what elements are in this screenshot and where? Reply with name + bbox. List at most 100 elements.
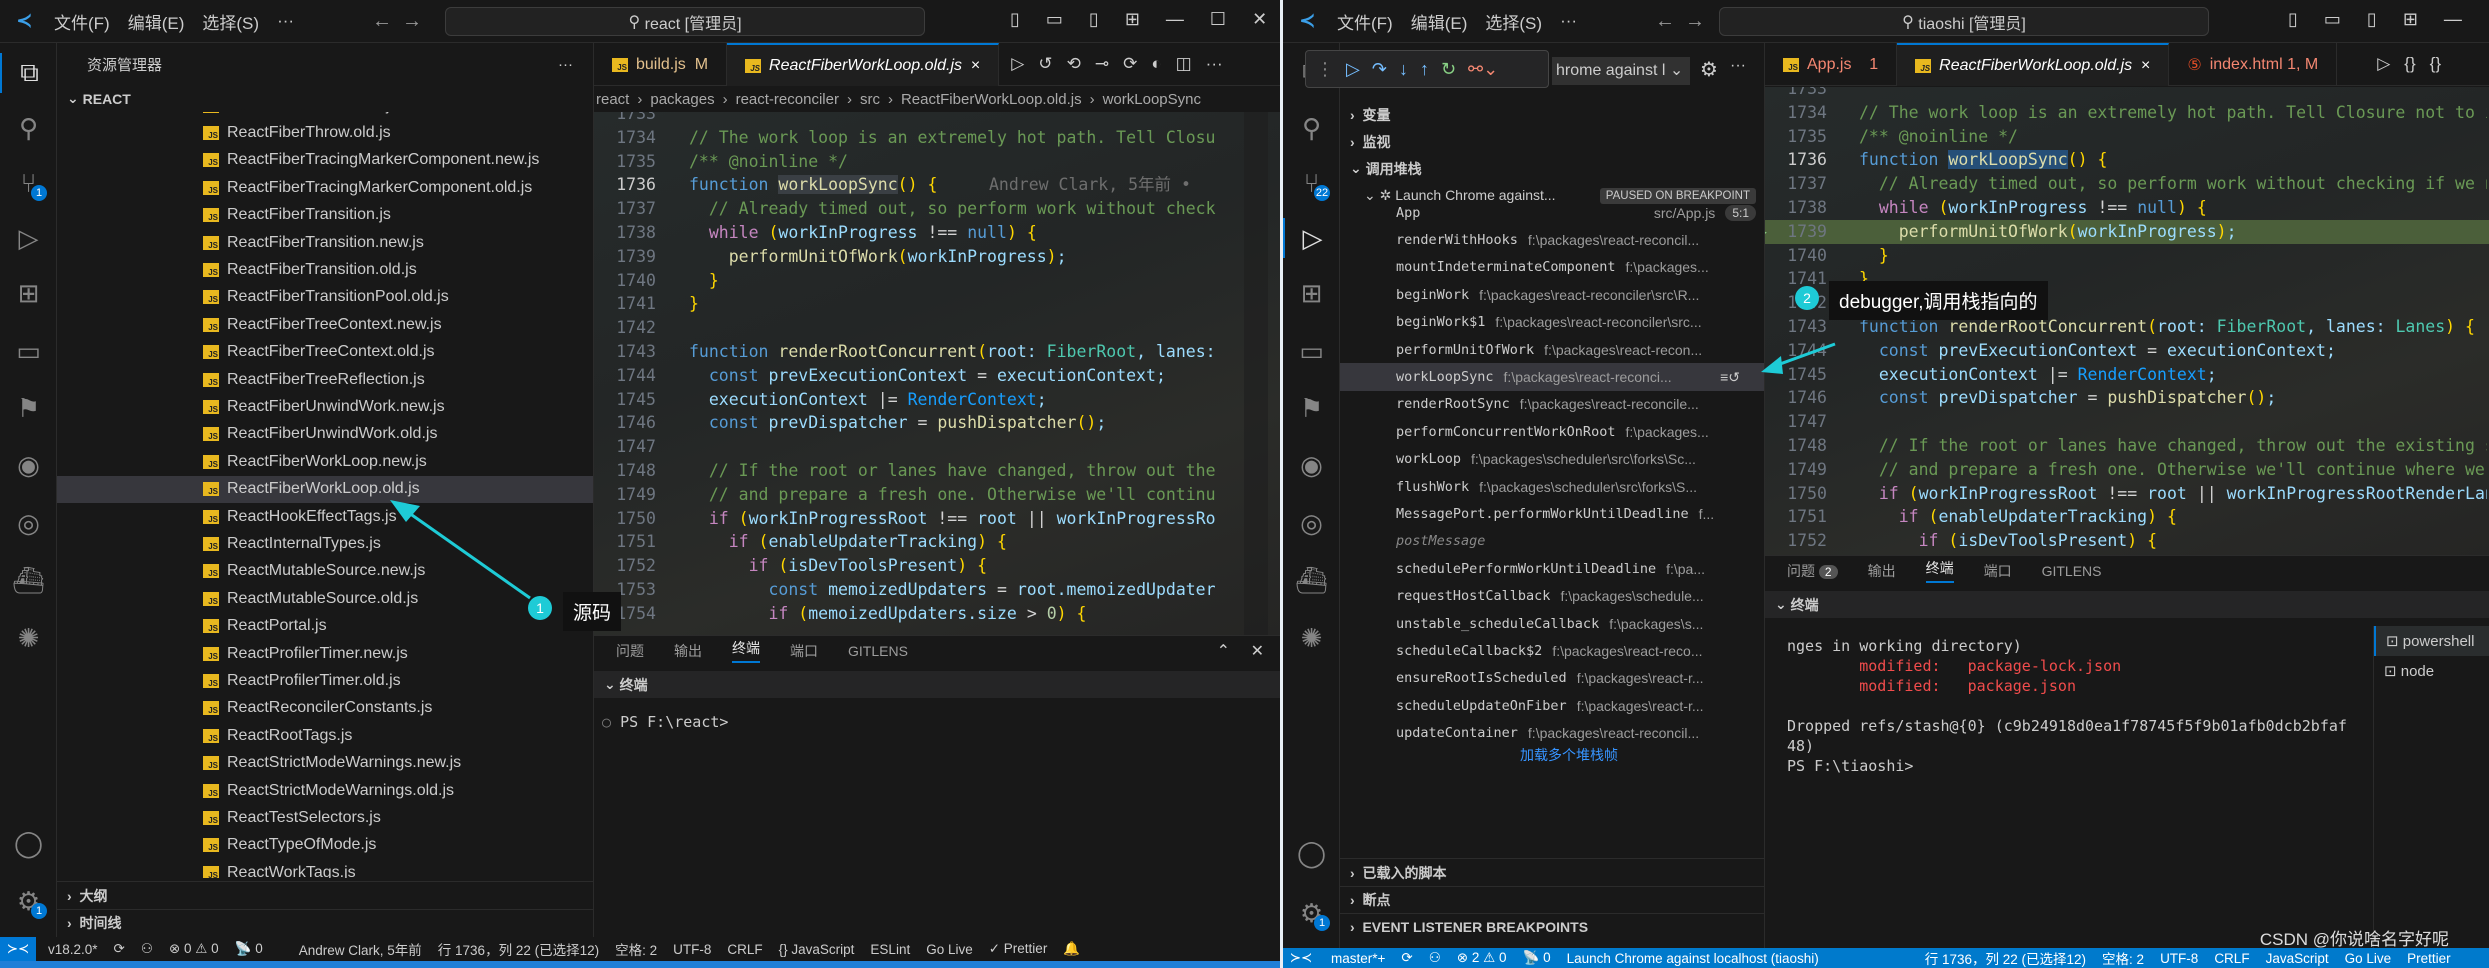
gitlens-inspect-icon[interactable]: ◎ [1283, 503, 1340, 543]
line-number[interactable]: 1738 [1765, 196, 1827, 220]
file-item[interactable]: JS ReactFiberTransition.new.js [57, 229, 593, 256]
status-item[interactable]: Go Live [2345, 951, 2392, 966]
step-over-icon[interactable]: ↷ [1372, 59, 1387, 80]
status-item[interactable]: ESLint [870, 942, 910, 957]
prev-change-icon[interactable]: ⟲ [1067, 54, 1081, 74]
settings-gear-icon[interactable]: ⚙ 1 [1283, 893, 1340, 933]
line-number[interactable]: 1735 [594, 150, 656, 174]
file-item[interactable]: JS ReactFiberTracingMarkerComponent.old.j… [57, 174, 593, 201]
account-icon[interactable]: ◯ [1283, 833, 1340, 873]
variables-section[interactable]: › 变量 [1340, 101, 1764, 128]
outline-section[interactable]: › 大纲 [57, 882, 593, 909]
menu-file[interactable]: 文件(F) [1337, 9, 1393, 34]
callstack-section[interactable]: ⌄ 调用堆栈 [1340, 155, 1764, 182]
breadcrumb-item[interactable]: src [860, 91, 880, 108]
stack-frame[interactable]: workLoop f:\packages\scheduler\src\forks\… [1340, 446, 1764, 473]
stack-frame[interactable]: requestHostCallback f:\packages\schedule.… [1340, 583, 1764, 610]
remote-explorer-icon[interactable]: ▭ [0, 331, 57, 371]
line-number[interactable]: 1738 [594, 221, 656, 245]
stack-frame[interactable]: renderRootSync f:\packages\react-reconcil… [1340, 391, 1764, 418]
menu-edit[interactable]: 编辑(E) [128, 9, 185, 34]
layout-icon[interactable]: ⊞ [1125, 9, 1140, 30]
status-item[interactable]: ⊗ 0 ⚠ 0 [169, 941, 219, 957]
panel-tab[interactable]: GITLENS [2042, 563, 2102, 579]
close-tab-button[interactable]: × [2141, 57, 2150, 75]
panel-tab[interactable]: 问题 [616, 641, 644, 661]
menu-selection[interactable]: 选择(S) [202, 9, 259, 34]
menu-selection[interactable]: 选择(S) [1485, 9, 1542, 34]
step-into-icon[interactable]: ↓ [1399, 59, 1408, 80]
remote-indicator-icon[interactable]: ≻≺ [0, 937, 36, 961]
line-number[interactable]: 1744 [594, 364, 656, 388]
source-control-icon[interactable]: ⑂ 22 [1283, 163, 1340, 203]
status-item[interactable]: ⊗ 2 ⚠ 0 [1457, 950, 1507, 966]
panel-tab[interactable]: 问题 2 [1787, 561, 1838, 581]
extensions-icon[interactable]: ⊞ [1283, 273, 1340, 313]
commit-icon[interactable]: ⊸ [1095, 54, 1109, 74]
status-item[interactable]: Go Live [926, 942, 973, 957]
line-number[interactable]: 1740 [1765, 244, 1827, 268]
braces-icon[interactable]: {} [2430, 54, 2441, 74]
status-item[interactable]: v18.2.0* [48, 942, 98, 957]
more-icon[interactable]: ··· [1730, 57, 1746, 75]
run-debug-icon[interactable]: ▷ [0, 218, 57, 258]
line-number[interactable]: 1746 [594, 411, 656, 435]
line-number[interactable]: 1752 [594, 554, 656, 578]
remote-explorer-icon[interactable]: ▭ [1283, 331, 1340, 371]
line-number[interactable]: 1733 [594, 112, 656, 126]
code-editor[interactable]: 1733 1734 // The work loop is an extremely… [594, 112, 1280, 635]
tab-reactfiberworkloop[interactable]: JS ReactFiberWorkLoop.old.js × [1897, 43, 2170, 86]
menu-more[interactable]: ··· [1560, 11, 1577, 31]
status-item[interactable]: 行 1736，列 22 (已选择12) [1925, 948, 2086, 968]
line-number[interactable]: 1745 [594, 388, 656, 412]
restart-frame-icon[interactable]: ≡↺ [1720, 369, 1740, 386]
status-item[interactable]: ✓ Prettier [989, 941, 1048, 957]
file-item[interactable]: JS ReactFiberTreeReflection.js [57, 366, 593, 393]
launch-config-dropdown[interactable]: hrome against l ⌄ [1552, 57, 1690, 85]
line-number[interactable]: 1748 [1765, 434, 1827, 458]
breadcrumb-item[interactable]: react-reconciler [736, 91, 839, 108]
stack-frame[interactable]: renderWithHooks f:\packages\react-reconci… [1340, 226, 1764, 253]
status-item[interactable]: UTF-8 [2160, 951, 2198, 966]
toggle-panel-icon[interactable]: ▭ [2324, 9, 2341, 30]
minimize-icon[interactable]: — [2444, 9, 2462, 30]
chatgpt-icon[interactable]: ✺ [1283, 618, 1340, 658]
bookmarks-icon[interactable]: ⚑ [1283, 388, 1340, 428]
drag-handle-icon[interactable]: ⋮ [1316, 59, 1334, 80]
remote-indicator-icon[interactable]: ≻≺ [1283, 948, 1319, 968]
maximize-panel-icon[interactable]: ⌃ [1217, 641, 1230, 661]
forward-arrow-icon[interactable]: → [1685, 10, 1705, 33]
menu-file[interactable]: 文件(F) [54, 9, 110, 34]
command-center-search[interactable]: ⚲ tiaoshi [管理员] [1719, 7, 2209, 36]
line-number[interactable]: 1751 [1765, 505, 1827, 529]
status-item[interactable]: 🔔 [1063, 941, 1080, 957]
status-item[interactable]: master*+ [1331, 951, 1385, 966]
run-icon[interactable]: ▷ [1011, 54, 1024, 74]
gitlens-icon[interactable]: ◉ [0, 445, 57, 485]
timeline-section[interactable]: › 时间线 [57, 909, 593, 936]
stack-frame[interactable]: beginWork$1 f:\packages\react-reconciler\… [1340, 309, 1764, 336]
load-more-frames-link[interactable]: 加载多个堆栈帧 [1520, 745, 1618, 765]
breakpoints-section[interactable]: › 断点 [1340, 886, 1764, 913]
breadcrumb-item[interactable]: workLoopSync [1103, 91, 1201, 108]
line-number[interactable]: 1739 [594, 245, 656, 269]
line-number[interactable]: 1734 [594, 126, 656, 150]
status-item[interactable]: ⟳ [1401, 950, 1412, 966]
minimize-icon[interactable]: — [1166, 9, 1184, 30]
terminal-tab-powershell[interactable]: ⊡ powershell [2374, 626, 2489, 656]
toggle-panel-icon[interactable]: ▭ [1046, 9, 1063, 30]
status-item[interactable]: Launch Chrome against localhost (tiaoshi… [1567, 951, 1819, 966]
continue-icon[interactable]: ▷ [1346, 59, 1360, 80]
panel-tab[interactable]: 端口 [790, 641, 818, 661]
menu-more[interactable]: ··· [277, 11, 294, 31]
event-listener-breakpoints-section[interactable]: › EVENT LISTENER BREAKPOINTS [1340, 913, 1764, 940]
toggle-secondary-icon[interactable]: ▯ [2367, 9, 2377, 30]
status-item[interactable]: ⟳ [114, 941, 125, 957]
debug-settings-gear-icon[interactable]: ⚙ [1700, 57, 1718, 82]
line-number[interactable]: 1740 [594, 269, 656, 293]
stack-frame[interactable]: scheduleCallback$2 f:\packages\react-reco… [1340, 637, 1764, 664]
settings-gear-icon[interactable]: ⚙ 1 [0, 881, 57, 921]
docker-icon[interactable]: ⛴ [0, 560, 57, 600]
stack-frame[interactable]: performUnitOfWork f:\packages\react-recon… [1340, 336, 1764, 363]
gitlens-icon[interactable]: ◐ [1151, 54, 1161, 74]
